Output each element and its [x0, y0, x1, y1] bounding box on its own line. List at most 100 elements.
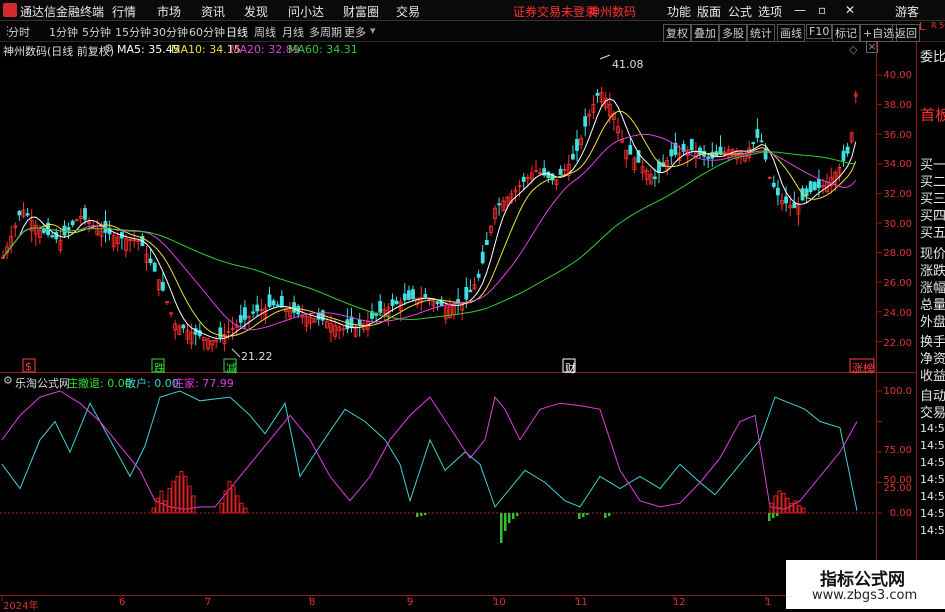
- close-icon[interactable]: ✕: [845, 3, 855, 17]
- candle-body: [70, 220, 75, 226]
- period-monthly[interactable]: 月线: [282, 24, 304, 40]
- zhuangjia-bar: [785, 497, 790, 514]
- zhuangjia-bar: [243, 507, 248, 514]
- rp-jiaoyi[interactable]: 交易: [920, 402, 945, 421]
- f10-button[interactable]: F10: [806, 24, 833, 39]
- zhuangchetui-bar: [776, 513, 779, 516]
- sanhu-line: [1, 390, 858, 511]
- user-label[interactable]: 游客: [895, 3, 919, 20]
- menu-item-gongneng[interactable]: 功能: [667, 3, 691, 20]
- menu-item-wenxiaoda[interactable]: 问小达: [288, 3, 324, 20]
- menu-item-shichang[interactable]: 市场: [157, 3, 181, 20]
- biaoji-button[interactable]: 标记: [832, 24, 860, 42]
- zhuangchetui-bar: [500, 513, 503, 543]
- right-quote-panel: L R 500 委比 首板 买一 买二 买三 买四 买五 现价 涨跌 涨幅 总量…: [916, 20, 945, 609]
- period-1min[interactable]: 1分钟: [49, 24, 78, 40]
- marker-die: 跌: [154, 362, 165, 375]
- tongji-button[interactable]: 统计: [747, 24, 775, 42]
- more-arrow-icon[interactable]: ▾: [370, 24, 376, 37]
- candle-body: [181, 324, 186, 329]
- candle-body: [160, 281, 165, 291]
- candle-body: [718, 146, 723, 155]
- candle-body: [595, 92, 600, 96]
- candle-body: [776, 187, 780, 196]
- period-multi[interactable]: 多周期: [309, 24, 342, 40]
- candle-body: [521, 176, 526, 182]
- x-label-9: 9: [407, 597, 414, 608]
- kline-chart-area[interactable]: [0, 42, 916, 609]
- zhuangchetui-bar: [582, 513, 585, 517]
- indicator-settings-icon[interactable]: ⚙: [3, 374, 13, 387]
- zhuangjia-bar: [239, 502, 244, 514]
- candle-body: [17, 210, 22, 216]
- minimize-icon[interactable]: —: [794, 3, 806, 17]
- low-pointer: [231, 348, 241, 358]
- rp-waipan: 外盘: [920, 315, 945, 330]
- login-notice[interactable]: 证券交易未登录: [513, 3, 597, 20]
- app-title: 通达信金融终端: [20, 5, 105, 19]
- zhuangjia-bar: [793, 500, 798, 514]
- fanhui-button[interactable]: 返回: [892, 24, 920, 42]
- candlestick-series: [1, 86, 858, 353]
- candle-body: [83, 208, 87, 220]
- y-tick-32: 32.00: [883, 189, 912, 200]
- zhuangchetui-bar: [516, 513, 519, 516]
- candle-body: [484, 239, 489, 246]
- x-label-6: 6: [119, 597, 126, 608]
- menu-item-banmian[interactable]: 版面: [697, 3, 721, 20]
- period-daily[interactable]: 日线: [226, 24, 248, 40]
- zhuangjia-bar: [773, 495, 778, 514]
- ind-y-75: 75.00: [883, 445, 912, 456]
- fuquan-button[interactable]: 复权: [663, 24, 691, 42]
- rp-time-2: 14:56: [920, 439, 945, 452]
- zhuangjia-bar: [797, 505, 802, 514]
- zhuangjia-bar: [769, 502, 774, 514]
- zhuangjia-bar: [777, 490, 782, 514]
- candle-body: [66, 227, 71, 231]
- menu-item-caifuquan[interactable]: 财富圈: [343, 3, 379, 20]
- menu-item-hangqing[interactable]: 行情: [112, 3, 136, 20]
- zhuangchetui-bar: [416, 513, 419, 517]
- candle-body: [402, 293, 407, 301]
- menu-item-xuanxiang[interactable]: 选项: [758, 3, 782, 20]
- candle-body: [804, 188, 809, 197]
- period-5min[interactable]: 5分钟: [82, 24, 111, 40]
- huaxian-button[interactable]: 画线: [777, 24, 805, 42]
- rp-buy5: 买五: [920, 226, 945, 241]
- diejia-button[interactable]: 叠加: [691, 24, 719, 42]
- rp-r500-label: R 500: [931, 21, 945, 30]
- period-more[interactable]: 更多: [344, 24, 366, 40]
- candle-body: [841, 150, 846, 161]
- candle-body: [575, 139, 579, 151]
- period-weekly[interactable]: 周线: [254, 24, 276, 40]
- y-tick-22: 22.00: [883, 338, 912, 349]
- duogu-button[interactable]: 多股: [719, 24, 747, 42]
- zhuangjia-bar: [789, 502, 794, 514]
- rp-shouban: 首板: [920, 106, 945, 124]
- stock-name-link[interactable]: 神州数码: [588, 3, 636, 20]
- marker-dollar: $: [25, 360, 32, 373]
- indicator-title: 乐淘公式网: [15, 377, 70, 390]
- menu-item-jiaoyi[interactable]: 交易: [396, 3, 420, 20]
- zhuangchetui-bar: [504, 513, 507, 531]
- zhuangjia-bar: [781, 492, 786, 514]
- maximize-icon[interactable]: ▫: [818, 3, 826, 17]
- candle-body: [251, 311, 256, 314]
- marker-jian: 减: [226, 362, 237, 375]
- period-15min[interactable]: 15分钟: [115, 24, 151, 40]
- menu-item-zixun[interactable]: 资讯: [201, 3, 225, 20]
- candle-body: [238, 315, 243, 323]
- period-30min[interactable]: 30分钟: [152, 24, 188, 40]
- watermark-title: 指标公式网: [820, 570, 905, 590]
- event-markers: [22, 358, 875, 373]
- zhuangjia-bar: [231, 485, 236, 514]
- period-toolbar: ⋮ 分时 1分钟 5分钟 15分钟 30分钟 60分钟 日线 周线 月线 多周期…: [0, 21, 945, 42]
- zhuangjia-bar: [235, 495, 240, 514]
- candle-body: [480, 251, 485, 264]
- period-60min[interactable]: 60分钟: [189, 24, 225, 40]
- menu-item-faxian[interactable]: 发现: [244, 3, 268, 20]
- menu-item-gongshi[interactable]: 公式: [728, 3, 752, 20]
- period-fenshi[interactable]: 分时: [8, 24, 30, 40]
- marker-cai: 财: [565, 362, 576, 375]
- candle-body: [242, 307, 247, 320]
